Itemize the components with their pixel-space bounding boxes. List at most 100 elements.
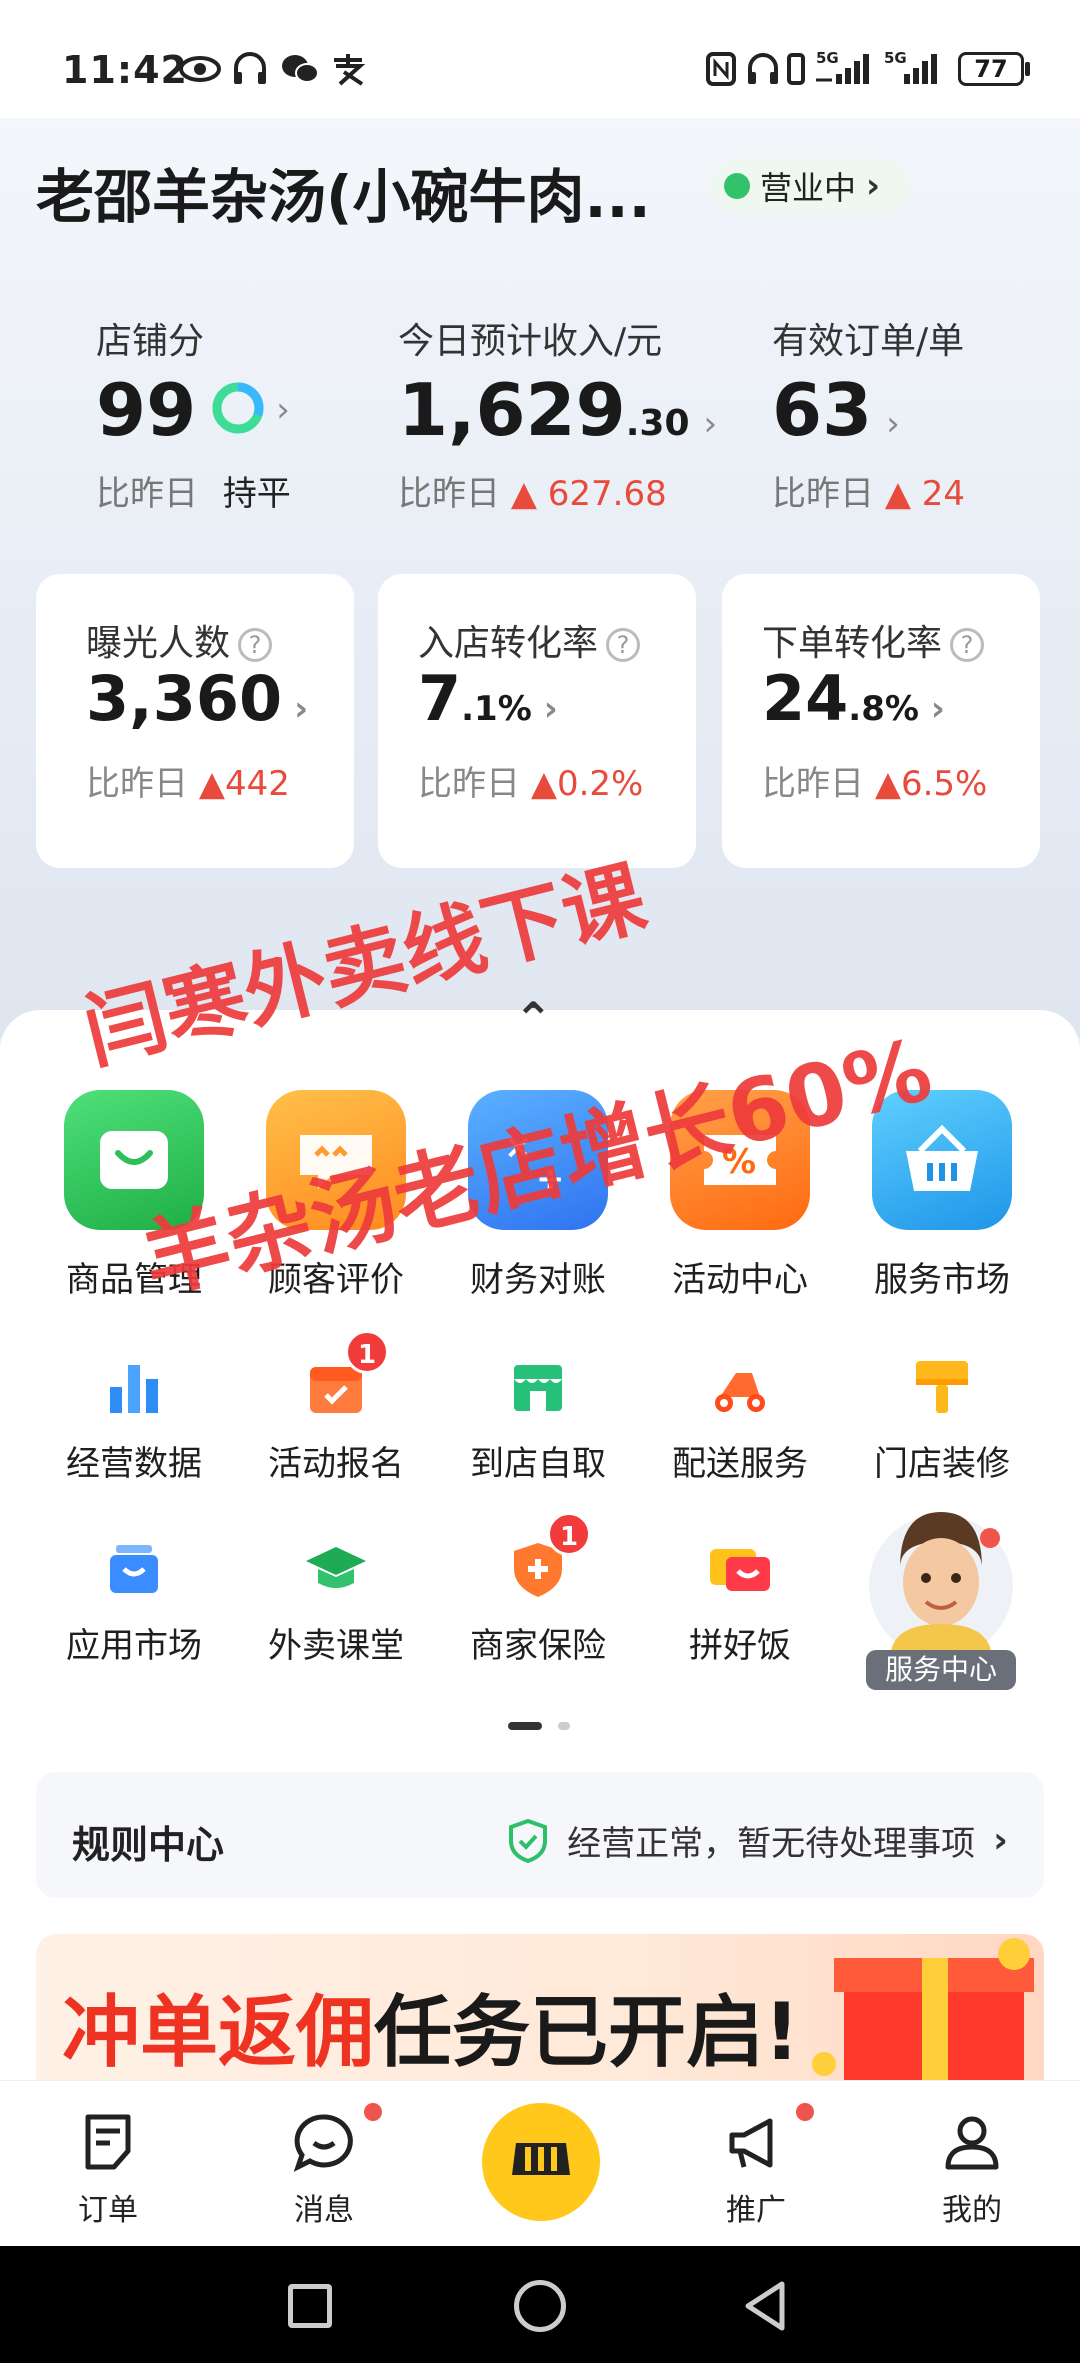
rules-center-title: 规则中心: [72, 1823, 225, 1867]
promo-banner[interactable]: 冲单返佣任务已开启!: [36, 1934, 1044, 2080]
help-icon[interactable]: ?: [950, 628, 985, 662]
help-icon[interactable]: ?: [606, 628, 641, 662]
kpi-value: 99: [96, 368, 197, 452]
metric-card-entry-conversion[interactable]: 入店转化率? 7.1% › 比昨日 ▲0.2%: [378, 574, 696, 868]
metric-compare-value: 0.2%: [556, 764, 644, 804]
nav-promotion[interactable]: 推广: [686, 2103, 826, 2229]
scooter-icon: [705, 1352, 775, 1422]
service-avatar-icon: [869, 1512, 1013, 1660]
headphones-icon: [232, 52, 268, 86]
kpi-compare-label: 比昨日: [96, 474, 198, 514]
tool-label: 门店装修: [874, 1444, 1010, 1484]
bottom-navigation: 订单 消息 推广 我的: [0, 2080, 1080, 2246]
kpi-label: 有效订单/单: [772, 321, 965, 362]
nav-label: 推广: [726, 2193, 786, 2228]
tool-label: 拼好饭: [689, 1626, 791, 1666]
tool-business-data[interactable]: 经营数据: [34, 1352, 234, 1485]
nav-store-center[interactable]: [482, 2103, 600, 2221]
metric-value: 24: [762, 662, 849, 735]
service-center-label: 服务中心: [866, 1650, 1016, 1690]
arrow-up-icon: ▲: [884, 474, 911, 514]
ticket-icon: [705, 1534, 775, 1604]
headset-status-icon: [746, 52, 780, 86]
kpi-today-income[interactable]: 今日预计收入/元 1,629 .30 › 比昨日 ▲ 627.68: [398, 312, 717, 515]
tool-label: 商家保险: [470, 1626, 606, 1666]
app-bag-icon: [99, 1534, 169, 1604]
tool-merchant-insurance[interactable]: 1 商家保险: [438, 1512, 638, 1667]
business-status-label: 营业中: [760, 169, 857, 207]
nav-profile[interactable]: 我的: [902, 2111, 1042, 2229]
tool-delivery-service[interactable]: 配送服务: [640, 1352, 840, 1485]
arrow-up-icon: ▲: [530, 764, 557, 804]
store-name[interactable]: 老邵羊杂汤(小碗牛肉...: [36, 150, 651, 234]
calendar-icon: 1: [301, 1330, 389, 1422]
tool-label: 经营数据: [66, 1444, 202, 1484]
tool-label: 应用市场: [66, 1626, 202, 1666]
status-bar: 11:42 5G 5G 77: [0, 0, 1080, 118]
status-time: 11:42: [62, 48, 188, 92]
signal-icon-2: [882, 52, 940, 86]
kpi-label: 店铺分: [96, 321, 205, 362]
metric-label: 入店转化率: [418, 623, 599, 664]
tool-pinhaofan[interactable]: 拼好饭: [640, 1534, 840, 1667]
help-icon[interactable]: ?: [238, 628, 273, 662]
shield-check-icon: [509, 1818, 548, 1863]
arrow-up-icon: ▲: [874, 764, 901, 804]
tool-label: 活动报名: [268, 1444, 404, 1484]
tool-app-market[interactable]: 应用市场: [34, 1534, 234, 1667]
nav-orders[interactable]: 订单: [38, 2111, 178, 2229]
nav-messages[interactable]: 消息: [254, 2103, 394, 2229]
chevron-right-icon: ›: [930, 689, 945, 729]
nav-label: 消息: [294, 2193, 354, 2228]
tool-label: 财务对账: [470, 1260, 606, 1300]
page-indicator: [508, 1722, 578, 1730]
badge-count: 1: [345, 1330, 389, 1374]
kpi-value-decimal: .30: [625, 403, 690, 444]
chevron-right-icon: ›: [294, 689, 309, 729]
collapse-caret-icon[interactable]: ⌃: [514, 992, 553, 1046]
home-icon[interactable]: [514, 2280, 566, 2332]
tool-store-decoration[interactable]: 门店装修: [842, 1352, 1042, 1485]
rules-center-card[interactable]: 规则中心 经营正常，暂无待处理事项 ›: [36, 1772, 1044, 1898]
tool-label: 外卖课堂: [268, 1626, 404, 1666]
back-icon[interactable]: [742, 2280, 790, 2332]
nav-label: 我的: [942, 2193, 1002, 2228]
kpi-compare-label: 比昨日: [772, 474, 874, 514]
page-dot: [558, 1722, 570, 1730]
battery-icon: 77: [958, 52, 1024, 86]
business-status-button[interactable]: 营业中 ›: [712, 158, 910, 214]
kpi-valid-orders[interactable]: 有效订单/单 63 › 比昨日 ▲ 24: [772, 312, 965, 515]
chevron-right-icon: ›: [886, 404, 900, 444]
tool-label: 活动中心: [672, 1260, 808, 1300]
badge-count: 1: [547, 1512, 591, 1556]
store-icon: [503, 1352, 573, 1422]
profile-icon: [945, 2116, 999, 2170]
recent-apps-icon[interactable]: [288, 2284, 332, 2328]
service-center-button[interactable]: 服务中心: [860, 1490, 1022, 1690]
metric-value: 3,360: [86, 662, 283, 735]
metric-card-exposure[interactable]: 曝光人数? 3,360 › 比昨日 ▲442: [36, 574, 354, 868]
banner-red-text: 冲单返佣: [62, 1988, 375, 2078]
metric-compare-value: 442: [224, 764, 290, 804]
banner-text: 冲单返佣任务已开启!: [62, 1970, 800, 2080]
chevron-right-icon: ›: [276, 390, 290, 430]
tool-delivery-classroom[interactable]: 外卖课堂: [236, 1534, 436, 1667]
kpi-value: 63: [772, 368, 873, 452]
score-ring-icon: [210, 380, 266, 440]
kpi-compare-value: 24: [921, 474, 966, 514]
metric-compare-label: 比昨日: [86, 764, 188, 804]
metric-card-order-conversion[interactable]: 下单转化率? 24.8% › 比昨日 ▲6.5%: [722, 574, 1040, 868]
rules-status-text: 经营正常，暂无待处理事项: [567, 1824, 976, 1864]
kpi-compare-value: 持平: [222, 474, 291, 514]
vibrate-icon: [786, 52, 806, 86]
metric-value-decimal: .8%: [848, 689, 919, 729]
metric-compare-value: 6.5%: [900, 764, 988, 804]
tool-store-pickup[interactable]: 到店自取: [438, 1352, 638, 1485]
alipay-icon: [330, 52, 366, 86]
chevron-right-icon: ›: [703, 404, 718, 444]
arrow-up-icon: ▲: [510, 474, 537, 514]
tool-activity-signup[interactable]: 1 活动报名: [236, 1330, 436, 1485]
kpi-store-score[interactable]: 店铺分 99 › 比昨日 持平: [96, 312, 291, 515]
kpi-label: 今日预计收入/元: [398, 321, 663, 362]
nav-label: 订单: [78, 2193, 138, 2228]
